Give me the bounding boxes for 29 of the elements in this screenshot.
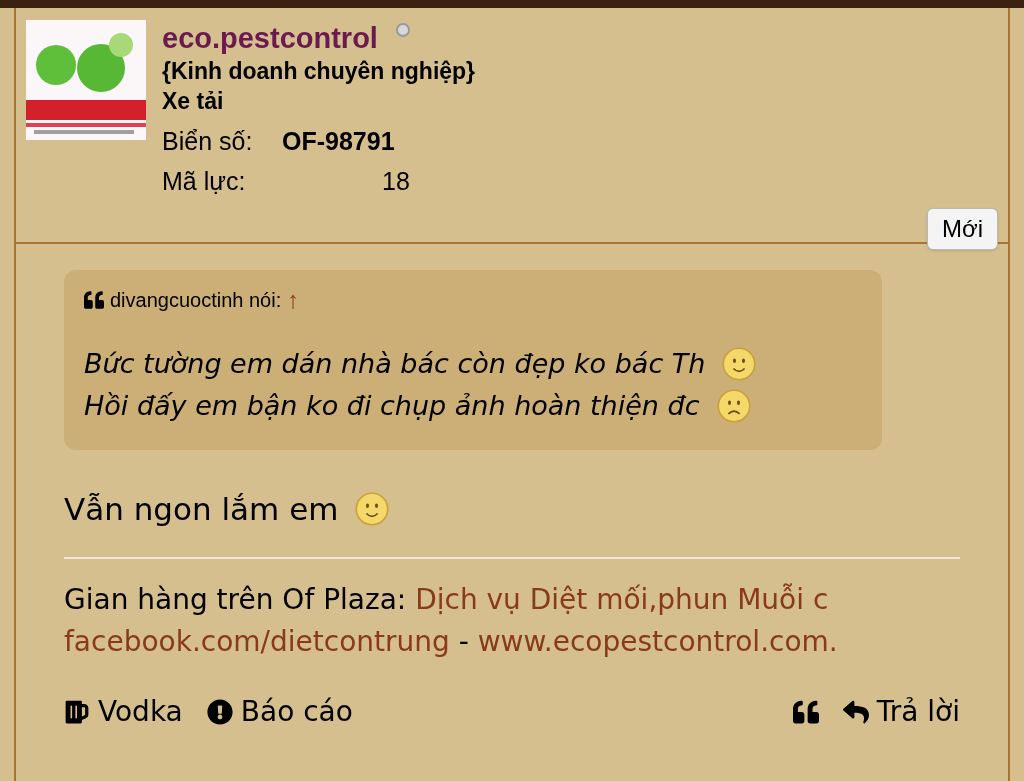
action-link[interactable]: Vodka — [64, 690, 183, 733]
smiley-icon — [721, 346, 758, 382]
message-text: Vẫn ngon lắm em — [64, 490, 339, 529]
user-rank: Xe tải — [162, 87, 225, 116]
signature-link[interactable]: Dịch vụ Diệt mối,phun Muỗi c — [415, 582, 829, 616]
field-label: Biển số: — [162, 126, 254, 156]
field-label: Mã lực: — [162, 166, 247, 196]
quote-author: divangcuoctinh nói: — [110, 288, 282, 313]
user-title: {Kinh doanh chuyên nghiệp} — [162, 57, 476, 86]
quote-icon — [792, 698, 819, 725]
mug-icon — [64, 698, 90, 725]
field-value: OF-98791 — [282, 126, 396, 156]
sad-face-icon — [715, 388, 752, 424]
username[interactable]: eco.pestcontrol — [162, 20, 378, 56]
quote-text: Hồi đấy em bận ko đi chụp ảnh hoàn thiện đc — [84, 389, 700, 423]
new-badge[interactable]: Mới — [926, 208, 998, 250]
jump-arrow-link[interactable]: ↑ — [287, 282, 300, 318]
reply-icon — [842, 698, 869, 725]
signature-text: - — [457, 624, 470, 658]
quote-icon — [84, 290, 104, 310]
action-link[interactable]: Trả lời — [842, 690, 960, 733]
smiley-icon — [354, 491, 391, 528]
signature-link[interactable]: www.ecopestcontrol.com. — [477, 624, 838, 658]
signature-text: Gian hàng trên Of Plaza: — [64, 582, 408, 616]
alert-icon — [206, 698, 233, 725]
action-link[interactable]: Báo cáo — [206, 690, 353, 733]
field-value: 18 — [381, 166, 411, 196]
signature-link[interactable]: facebook.com/dietcontrung — [64, 624, 450, 658]
quote-text: Bức tường em dán nhà bác còn đẹp ko bác Th — [84, 347, 706, 381]
